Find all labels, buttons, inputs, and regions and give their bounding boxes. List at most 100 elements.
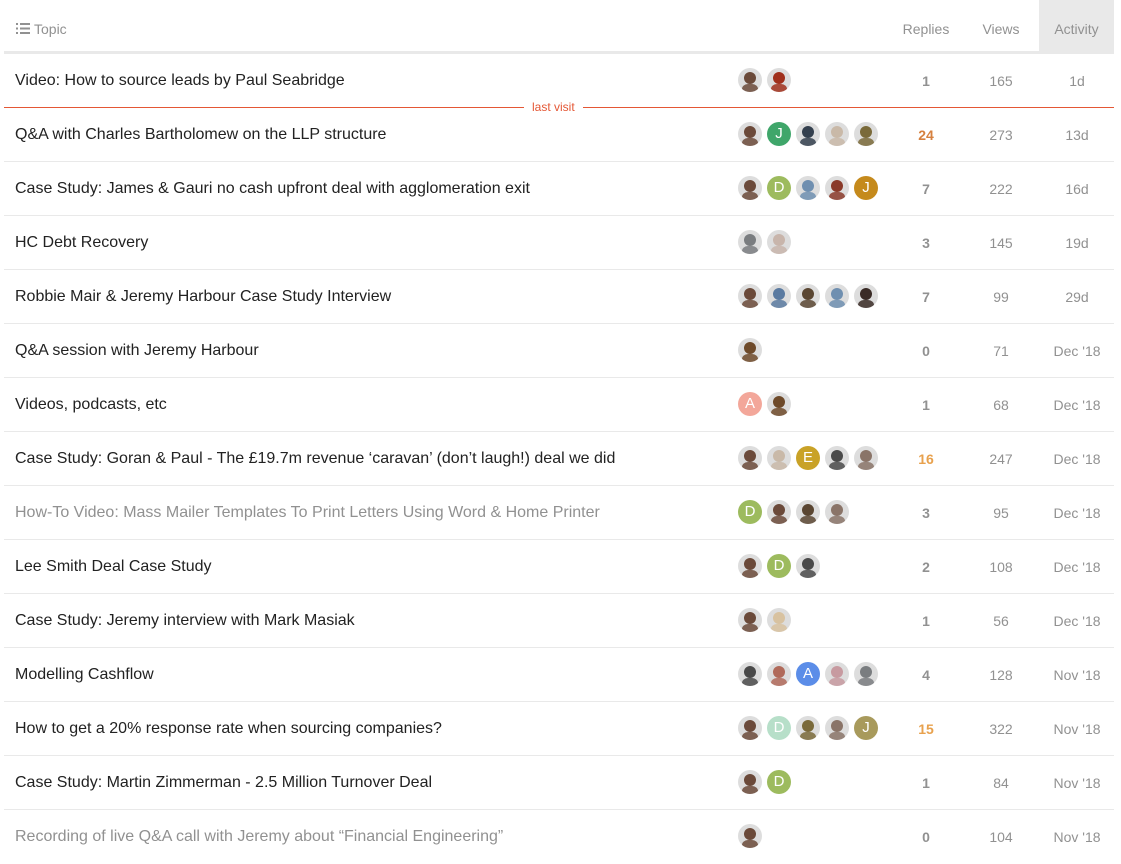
activity-date[interactable]: 1d xyxy=(1042,54,1112,108)
poster-photo-avatar[interactable] xyxy=(854,446,878,470)
poster-letter-avatar[interactable]: D xyxy=(767,554,791,578)
topic-title-link[interactable]: Modelling Cashflow xyxy=(15,648,154,702)
activity-date[interactable]: Nov '18 xyxy=(1042,702,1112,756)
poster-photo-avatar[interactable] xyxy=(767,608,791,632)
replies-count[interactable]: 1 xyxy=(902,756,950,810)
replies-count[interactable]: 2 xyxy=(902,540,950,594)
replies-count[interactable]: 0 xyxy=(902,810,950,864)
poster-letter-avatar[interactable]: E xyxy=(796,446,820,470)
poster-letter-avatar[interactable]: D xyxy=(767,716,791,740)
replies-count[interactable]: 15 xyxy=(902,702,950,756)
poster-photo-avatar[interactable] xyxy=(825,446,849,470)
poster-photo-avatar[interactable] xyxy=(825,716,849,740)
poster-photo-avatar[interactable] xyxy=(854,122,878,146)
activity-date[interactable]: Dec '18 xyxy=(1042,324,1112,378)
poster-photo-avatar[interactable] xyxy=(796,176,820,200)
poster-photo-avatar[interactable] xyxy=(738,122,762,146)
poster-photo-avatar[interactable] xyxy=(738,176,762,200)
topic-title-link[interactable]: Q&A with Charles Bartholomew on the LLP … xyxy=(15,108,386,162)
activity-date[interactable]: 13d xyxy=(1042,108,1112,162)
poster-photo-avatar[interactable] xyxy=(796,122,820,146)
activity-date[interactable]: Dec '18 xyxy=(1042,540,1112,594)
poster-photo-avatar[interactable] xyxy=(796,716,820,740)
poster-photo-avatar[interactable] xyxy=(825,176,849,200)
poster-letter-avatar[interactable]: J xyxy=(854,716,878,740)
topic-title-link[interactable]: How-To Video: Mass Mailer Templates To P… xyxy=(15,486,600,540)
poster-letter-avatar[interactable]: D xyxy=(767,176,791,200)
activity-date[interactable]: Dec '18 xyxy=(1042,594,1112,648)
replies-count[interactable]: 1 xyxy=(902,54,950,108)
activity-date[interactable]: 19d xyxy=(1042,216,1112,270)
activity-date[interactable]: Nov '18 xyxy=(1042,810,1112,864)
topic-title-link[interactable]: Recording of live Q&A call with Jeremy a… xyxy=(15,810,503,864)
replies-count[interactable]: 3 xyxy=(902,486,950,540)
poster-photo-avatar[interactable] xyxy=(738,770,762,794)
poster-letter-avatar[interactable]: D xyxy=(738,500,762,524)
topic-title-link[interactable]: Videos, podcasts, etc xyxy=(15,378,167,432)
poster-photo-avatar[interactable] xyxy=(825,284,849,308)
poster-photo-avatar[interactable] xyxy=(767,662,791,686)
poster-photo-avatar[interactable] xyxy=(796,500,820,524)
topic-column-header[interactable]: Topic xyxy=(16,0,67,51)
poster-photo-avatar[interactable] xyxy=(854,284,878,308)
replies-count[interactable]: 3 xyxy=(902,216,950,270)
poster-photo-avatar[interactable] xyxy=(825,122,849,146)
replies-count[interactable]: 7 xyxy=(902,162,950,216)
views-count: 68 xyxy=(993,397,1009,413)
topic-title-link[interactable]: HC Debt Recovery xyxy=(15,216,148,270)
poster-photo-avatar[interactable] xyxy=(738,662,762,686)
activity-column-header[interactable]: Activity xyxy=(1039,0,1114,51)
poster-photo-avatar[interactable] xyxy=(854,662,878,686)
poster-photo-avatar[interactable] xyxy=(738,824,762,848)
replies-count[interactable]: 0 xyxy=(902,324,950,378)
views-column-header[interactable]: Views xyxy=(954,0,1048,51)
replies-count[interactable]: 24 xyxy=(902,108,950,162)
poster-photo-avatar[interactable] xyxy=(825,662,849,686)
topic-title-link[interactable]: Case Study: James & Gauri no cash upfron… xyxy=(15,162,530,216)
activity-date[interactable]: Dec '18 xyxy=(1042,432,1112,486)
poster-photo-avatar[interactable] xyxy=(796,554,820,578)
activity-date[interactable]: Nov '18 xyxy=(1042,648,1112,702)
poster-photo-avatar[interactable] xyxy=(738,608,762,632)
topic-title-link[interactable]: How to get a 20% response rate when sour… xyxy=(15,702,442,756)
poster-photo-avatar[interactable] xyxy=(767,68,791,92)
topic-title-link[interactable]: Case Study: Jeremy interview with Mark M… xyxy=(15,594,355,648)
topic-title-link[interactable]: Q&A session with Jeremy Harbour xyxy=(15,324,259,378)
poster-letter-avatar[interactable]: A xyxy=(738,392,762,416)
poster-photo-avatar[interactable] xyxy=(767,392,791,416)
poster-photo-avatar[interactable] xyxy=(767,500,791,524)
activity-date[interactable]: 16d xyxy=(1042,162,1112,216)
poster-photo-avatar[interactable] xyxy=(738,446,762,470)
poster-photo-avatar[interactable] xyxy=(767,230,791,254)
poster-letter-avatar[interactable]: D xyxy=(767,770,791,794)
poster-letter-avatar[interactable]: J xyxy=(854,176,878,200)
poster-photo-avatar[interactable] xyxy=(738,716,762,740)
list-icon xyxy=(16,0,30,58)
replies-count[interactable]: 7 xyxy=(902,270,950,324)
replies-count[interactable]: 1 xyxy=(902,594,950,648)
topic-title-link[interactable]: Case Study: Martin Zimmerman - 2.5 Milli… xyxy=(15,756,432,810)
poster-photo-avatar[interactable] xyxy=(738,68,762,92)
topic-title-link[interactable]: Case Study: Goran & Paul - The £19.7m re… xyxy=(15,432,615,486)
topic-title-link[interactable]: Video: How to source leads by Paul Seabr… xyxy=(15,54,345,108)
activity-date[interactable]: Dec '18 xyxy=(1042,486,1112,540)
topic-row: Recording of live Q&A call with Jeremy a… xyxy=(4,810,1114,864)
activity-date[interactable]: Nov '18 xyxy=(1042,756,1112,810)
topic-title-link[interactable]: Lee Smith Deal Case Study xyxy=(15,540,212,594)
poster-letter-avatar[interactable]: A xyxy=(796,662,820,686)
poster-photo-avatar[interactable] xyxy=(767,284,791,308)
replies-count[interactable]: 16 xyxy=(902,432,950,486)
poster-photo-avatar[interactable] xyxy=(738,554,762,578)
activity-date[interactable]: Dec '18 xyxy=(1042,378,1112,432)
topic-title-link[interactable]: Robbie Mair & Jeremy Harbour Case Study … xyxy=(15,270,391,324)
poster-photo-avatar[interactable] xyxy=(825,500,849,524)
poster-letter-avatar[interactable]: J xyxy=(767,122,791,146)
poster-photo-avatar[interactable] xyxy=(738,284,762,308)
activity-date[interactable]: 29d xyxy=(1042,270,1112,324)
poster-photo-avatar[interactable] xyxy=(767,446,791,470)
replies-count[interactable]: 4 xyxy=(902,648,950,702)
poster-photo-avatar[interactable] xyxy=(738,230,762,254)
replies-count[interactable]: 1 xyxy=(902,378,950,432)
poster-photo-avatar[interactable] xyxy=(738,338,762,362)
poster-photo-avatar[interactable] xyxy=(796,284,820,308)
